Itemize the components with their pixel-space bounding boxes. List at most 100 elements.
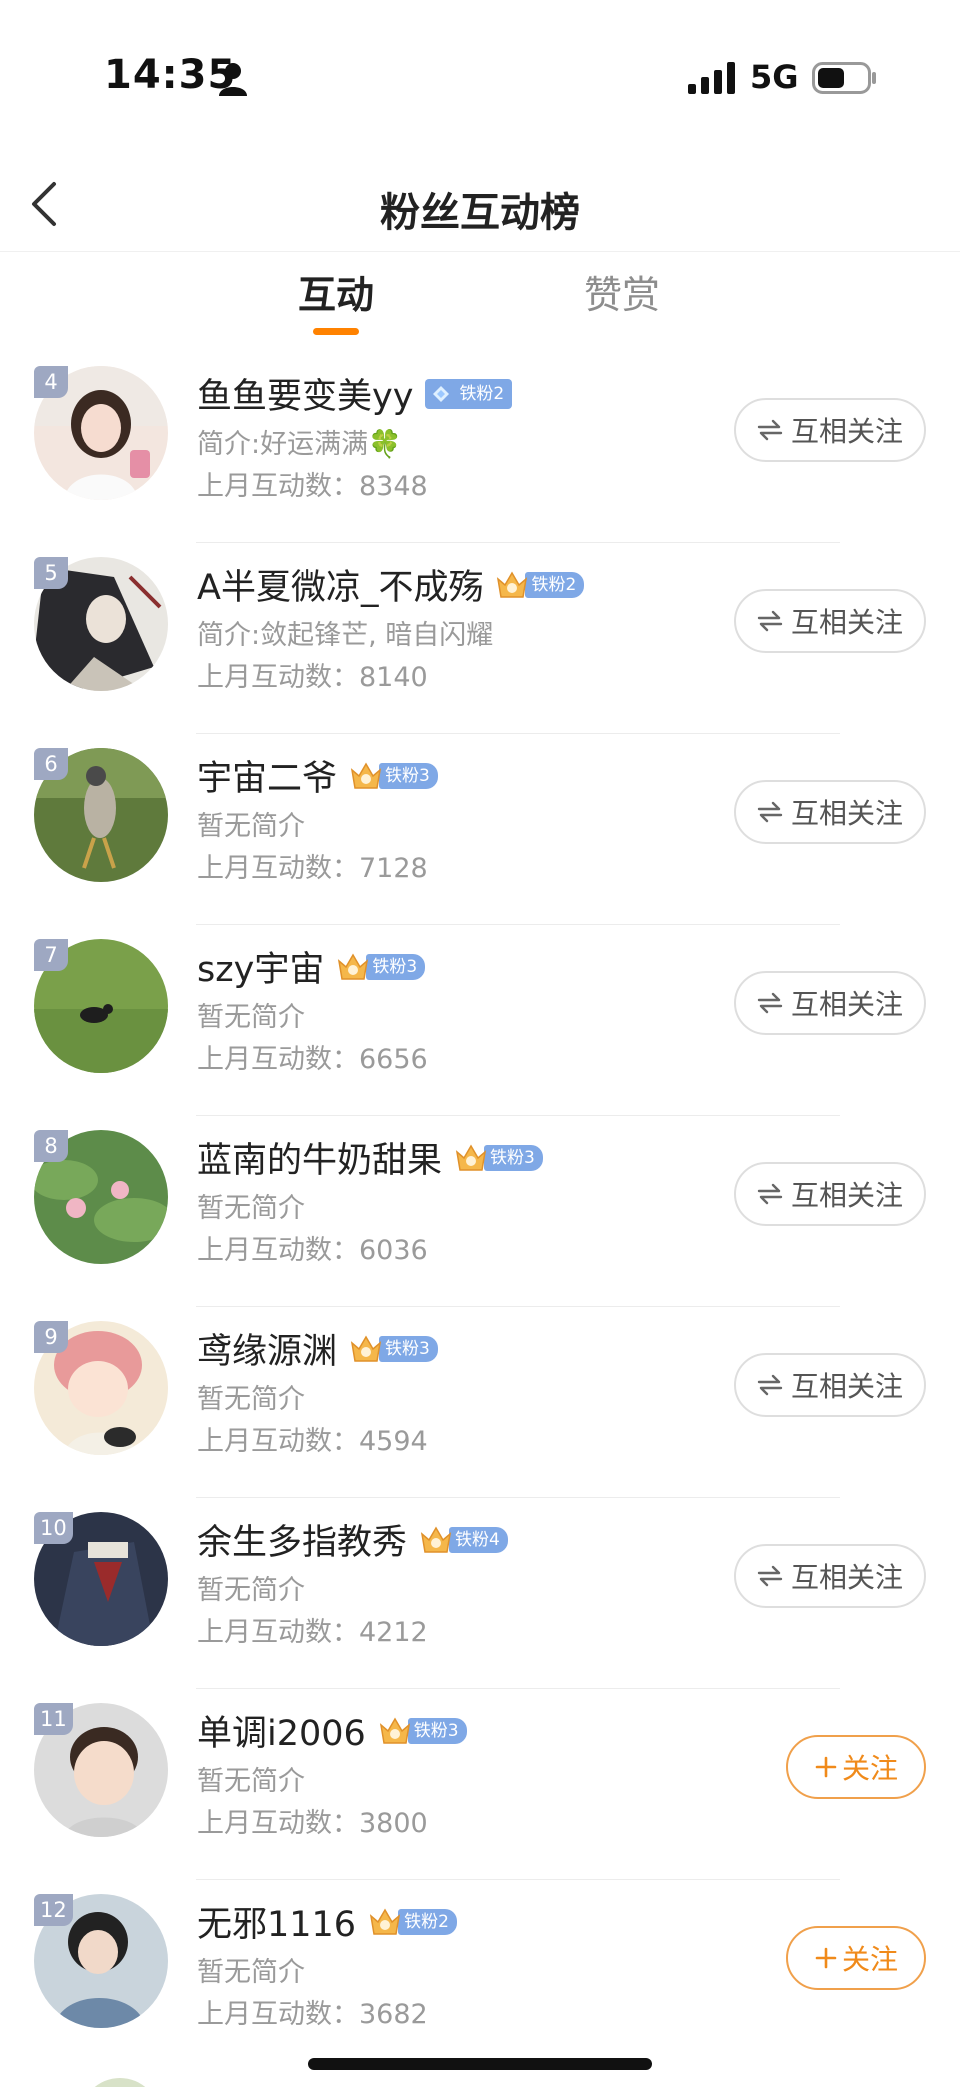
mutual-follow-label: 互相关注 bbox=[790, 606, 903, 639]
diamond-icon bbox=[433, 385, 450, 402]
fan-level: 铁粉3 bbox=[379, 1335, 438, 1362]
crown-icon bbox=[379, 1717, 410, 1744]
fan-row[interactable]: 9 鸢缘源渊 铁粉3 暂无简介 上月互动数：4594 互相关注 bbox=[0, 1307, 960, 1498]
interaction-count: 上月互动数：3800 bbox=[197, 1808, 428, 1839]
fan-badge: 铁粉2 bbox=[495, 570, 585, 600]
rank-badge: 8 bbox=[34, 1130, 68, 1162]
rank-badge: 4 bbox=[34, 366, 68, 398]
crown-icon bbox=[350, 762, 382, 789]
bio: 暂无简介 bbox=[197, 1957, 305, 1988]
home-indicator[interactable] bbox=[308, 2058, 652, 2070]
crown-icon bbox=[350, 1335, 382, 1362]
username[interactable]: A半夏微凉_不成殇 bbox=[197, 559, 483, 610]
fan-level: 铁粉2 bbox=[453, 380, 513, 407]
bio: 暂无简介 bbox=[197, 1002, 305, 1033]
mutual-follow-label: 互相关注 bbox=[790, 1179, 903, 1212]
username[interactable]: 蓝南的牛奶甜果 bbox=[197, 1132, 442, 1183]
username[interactable]: 单调i2006 bbox=[197, 1705, 366, 1756]
interaction-count: 上月互动数：8348 bbox=[197, 471, 428, 502]
fan-level: 铁粉4 bbox=[449, 1526, 508, 1553]
fan-row[interactable]: 4 鱼鱼要变美yy 铁粉2 简介:好运满满🍀 上月互动数：8348 互相关注 bbox=[0, 352, 960, 543]
username-line: A半夏微凉_不成殇 铁粉2 bbox=[197, 559, 585, 610]
bio: 简介:好运满满🍀 bbox=[197, 429, 402, 460]
fan-row[interactable]: 8 蓝南的牛奶甜果 铁粉3 暂无简介 上月互动数：6036 互相关注 bbox=[0, 1116, 960, 1307]
username[interactable]: szy宇宙 bbox=[197, 941, 324, 992]
rank-badge: 6 bbox=[34, 748, 68, 780]
username[interactable]: 宇宙二爷 bbox=[197, 750, 337, 801]
interaction-count: 上月互动数：6036 bbox=[197, 1235, 428, 1266]
username[interactable]: 鸢缘源渊 bbox=[197, 1323, 337, 1374]
swap-icon bbox=[757, 1183, 783, 1205]
tab-reward[interactable]: 赞赏 bbox=[522, 264, 722, 319]
username-line: 无邪1116 铁粉2 bbox=[197, 1896, 457, 1947]
follow-label: 关注 bbox=[841, 1752, 898, 1785]
username[interactable]: 余生多指教秀 bbox=[197, 1514, 407, 1565]
bio: 暂无简介 bbox=[197, 811, 305, 842]
person-icon bbox=[219, 63, 247, 96]
swap-icon bbox=[757, 992, 783, 1014]
crown-icon bbox=[338, 953, 369, 980]
username-line: 单调i2006 铁粉3 bbox=[197, 1705, 467, 1756]
status-bar: 14:35 5G bbox=[0, 0, 960, 140]
bio: 暂无简介 bbox=[197, 1766, 305, 1797]
mutual-follow-button[interactable]: 互相关注 bbox=[734, 398, 926, 462]
fan-level: 铁粉2 bbox=[525, 571, 585, 598]
fan-badge: 铁粉3 bbox=[454, 1143, 543, 1173]
fan-row[interactable]: 7 szy宇宙 铁粉3 暂无简介 上月互动数：6656 互相关注 bbox=[0, 925, 960, 1116]
mutual-follow-button[interactable]: 互相关注 bbox=[734, 1544, 926, 1608]
interaction-count: 上月互动数：7128 bbox=[197, 853, 428, 884]
plus-icon bbox=[815, 1947, 837, 1969]
mutual-follow-button[interactable]: 互相关注 bbox=[734, 589, 926, 653]
bio: 暂无简介 bbox=[197, 1384, 305, 1415]
crown-icon bbox=[420, 1526, 452, 1553]
interaction-count: 上月互动数：8140 bbox=[197, 662, 428, 693]
fan-row[interactable]: 5 A半夏微凉_不成殇 铁粉2 简介:敛起锋芒, 暗自闪耀 上月互动数：8140… bbox=[0, 543, 960, 734]
crown-icon bbox=[369, 1908, 401, 1935]
follow-button[interactable]: 关注 bbox=[786, 1926, 926, 1990]
rank-badge: 5 bbox=[34, 557, 68, 589]
username-line: 鸢缘源渊 铁粉3 bbox=[197, 1323, 438, 1374]
page-title: 粉丝互动榜 bbox=[380, 190, 580, 236]
interaction-count: 上月互动数：6656 bbox=[197, 1044, 428, 1075]
fan-badge: 铁粉3 bbox=[378, 1716, 467, 1746]
mutual-follow-label: 互相关注 bbox=[790, 1370, 903, 1403]
fan-level: 铁粉2 bbox=[398, 1908, 457, 1935]
tab-bar: 互动 赞赏 bbox=[0, 252, 960, 342]
network-label: 5G bbox=[750, 58, 799, 96]
swap-icon bbox=[757, 419, 783, 441]
fan-row[interactable]: 11 单调i2006 铁粉3 暂无简介 上月互动数：3800 关注 bbox=[0, 1689, 960, 1880]
fan-level: 铁粉3 bbox=[407, 1717, 467, 1744]
username-line: 鱼鱼要变美yy 铁粉2 bbox=[197, 368, 513, 419]
rank-badge: 9 bbox=[34, 1321, 68, 1353]
mutual-follow-button[interactable]: 互相关注 bbox=[734, 971, 926, 1035]
mutual-follow-button[interactable]: 互相关注 bbox=[734, 780, 926, 844]
follow-button[interactable]: 关注 bbox=[786, 1735, 926, 1799]
active-tab-indicator bbox=[313, 328, 359, 335]
interaction-count: 上月互动数：4212 bbox=[197, 1617, 428, 1648]
rank-badge: 11 bbox=[34, 1703, 73, 1735]
username-line: 宇宙二爷 铁粉3 bbox=[197, 750, 438, 801]
battery-icon bbox=[812, 62, 876, 94]
fan-badge: 铁粉3 bbox=[336, 952, 426, 982]
fan-badge: 铁粉3 bbox=[349, 761, 438, 791]
bio: 暂无简介 bbox=[197, 1575, 305, 1606]
fan-row[interactable]: 6 宇宙二爷 铁粉3 暂无简介 上月互动数：7128 互相关注 bbox=[0, 734, 960, 925]
fan-badge: 铁粉4 bbox=[419, 1525, 508, 1555]
next-avatar-peek bbox=[80, 2078, 160, 2087]
username[interactable]: 鱼鱼要变美yy bbox=[197, 368, 413, 419]
rank-badge: 12 bbox=[34, 1894, 73, 1926]
swap-icon bbox=[757, 610, 783, 632]
fan-list: 4 鱼鱼要变美yy 铁粉2 简介:好运满满🍀 上月互动数：8348 互相关注 5… bbox=[0, 352, 960, 2071]
interaction-count: 上月互动数：4594 bbox=[197, 1426, 428, 1457]
mutual-follow-button[interactable]: 互相关注 bbox=[734, 1162, 926, 1226]
tab-interaction[interactable]: 互动 bbox=[236, 264, 436, 319]
mutual-follow-button[interactable]: 互相关注 bbox=[734, 1353, 926, 1417]
crown-icon bbox=[455, 1144, 487, 1171]
username-line: szy宇宙 铁粉3 bbox=[197, 941, 426, 992]
fan-level: 铁粉3 bbox=[366, 953, 426, 980]
fan-row[interactable]: 10 余生多指教秀 铁粉4 暂无简介 上月互动数：4212 互相关注 bbox=[0, 1498, 960, 1689]
username[interactable]: 无邪1116 bbox=[197, 1896, 356, 1947]
fan-row[interactable]: 12 无邪1116 铁粉2 暂无简介 上月互动数：3682 关注 bbox=[0, 1880, 960, 2071]
crown-icon bbox=[497, 571, 528, 598]
swap-icon bbox=[757, 801, 783, 823]
